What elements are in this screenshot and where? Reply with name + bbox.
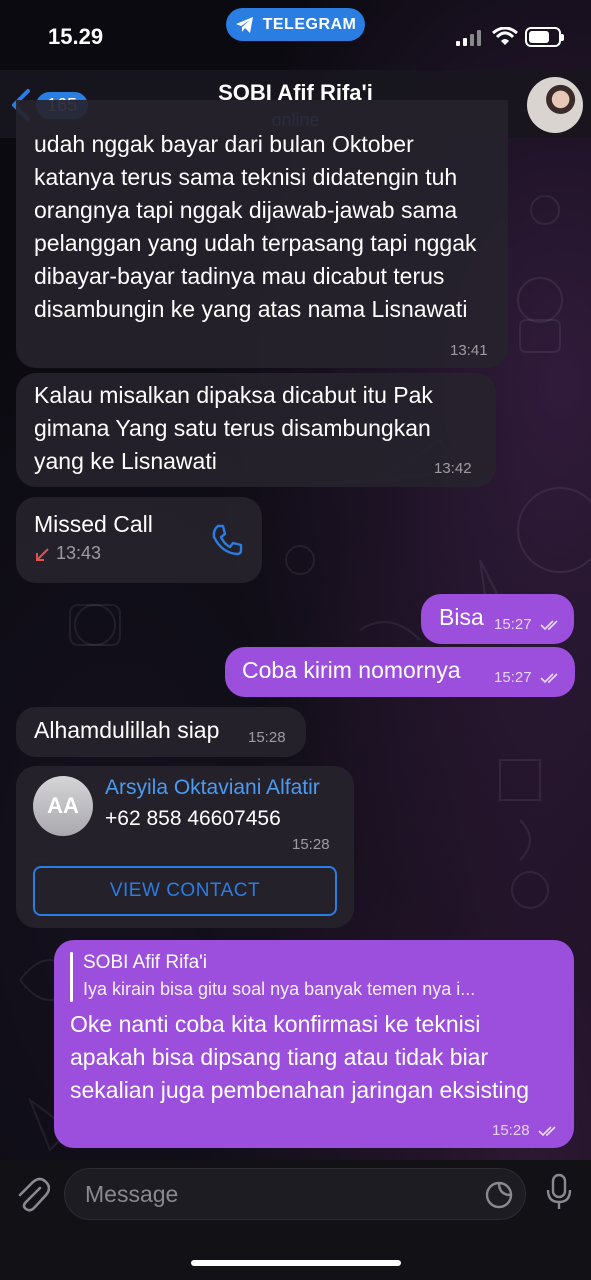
contact-initials-avatar: AA [33, 776, 93, 836]
message-incoming[interactable]: Alhamdulillah siap 15:28 [16, 707, 306, 757]
telegram-plane-icon [235, 16, 253, 33]
message-time: 15:28 [292, 836, 330, 853]
message-incoming[interactable]: udah nggak bayar dari bulan Oktober kata… [16, 100, 508, 368]
clock: 15.29 [48, 24, 104, 49]
phone-call-icon[interactable] [210, 523, 244, 557]
message-text: Oke nanti coba kita konfirmasi ke teknis… [70, 1011, 530, 1103]
message-outgoing[interactable]: Bisa 15:27 [421, 594, 574, 644]
message-text: Kalau misalkan dipaksa dicabut itu Pak g… [34, 382, 433, 474]
message-input[interactable] [64, 1168, 526, 1220]
contact-avatar[interactable] [527, 77, 583, 133]
message-time: 15:28 [248, 729, 286, 746]
view-contact-button[interactable]: VIEW CONTACT [33, 866, 337, 916]
app-pill-label: TELEGRAM [262, 15, 357, 33]
message-time: 13:42 [434, 460, 472, 477]
microphone-icon[interactable] [544, 1172, 574, 1212]
home-indicator [191, 1260, 401, 1266]
missed-call-time: 13:43 [56, 543, 102, 563]
double-check-icon [538, 1126, 556, 1137]
message-time: 15:28 [492, 1122, 530, 1139]
contact-phone: +62 858 46607456 [105, 807, 281, 830]
message-text: Coba kirim nomornya [242, 657, 461, 683]
message-outgoing-reply[interactable]: SOBI Afif Rifa'i Iya kirain bisa gitu so… [54, 940, 574, 1148]
message-text: Alhamdulillah siap [34, 717, 220, 743]
sticker-icon[interactable] [484, 1180, 514, 1210]
message-text: Bisa [439, 604, 484, 630]
missed-call-label: Missed Call [34, 511, 153, 537]
missed-call-arrow-icon [36, 548, 49, 561]
message-meta: 15:27 [494, 669, 562, 686]
message-outgoing[interactable]: Coba kirim nomornya 15:27 [225, 647, 575, 697]
battery-icon [525, 27, 564, 47]
message-time: 13:41 [450, 342, 488, 359]
double-check-icon [540, 620, 558, 631]
message-meta: 15:28 [492, 1122, 560, 1139]
message-incoming[interactable]: Kalau misalkan dipaksa dicabut itu Pak g… [16, 373, 496, 487]
shared-contact-bubble[interactable]: AA Arsyila Oktaviani Alfatir +62 858 466… [16, 766, 354, 928]
message-text: udah nggak bayar dari bulan Oktober kata… [34, 131, 477, 322]
message-time: 15:27 [494, 669, 532, 686]
double-check-icon [540, 673, 558, 684]
status-bar: 15.29 TELEGRAM [0, 0, 591, 70]
cellular-signal-icon [456, 30, 481, 46]
reply-preview-text[interactable]: Iya kirain bisa gitu soal nya banyak tem… [83, 979, 561, 1000]
reply-author: SOBI Afif Rifa'i [83, 952, 208, 973]
message-meta: 15:27 [494, 616, 562, 633]
paperclip-icon[interactable] [14, 1174, 50, 1214]
missed-call-bubble[interactable]: Missed Call 13:43 [16, 497, 262, 583]
reply-bar [70, 952, 73, 1002]
contact-name[interactable]: Arsyila Oktaviani Alfatir [105, 776, 320, 800]
return-to-telegram-pill[interactable]: TELEGRAM [226, 8, 365, 41]
message-time: 15:27 [494, 616, 532, 633]
wifi-icon [492, 27, 518, 45]
